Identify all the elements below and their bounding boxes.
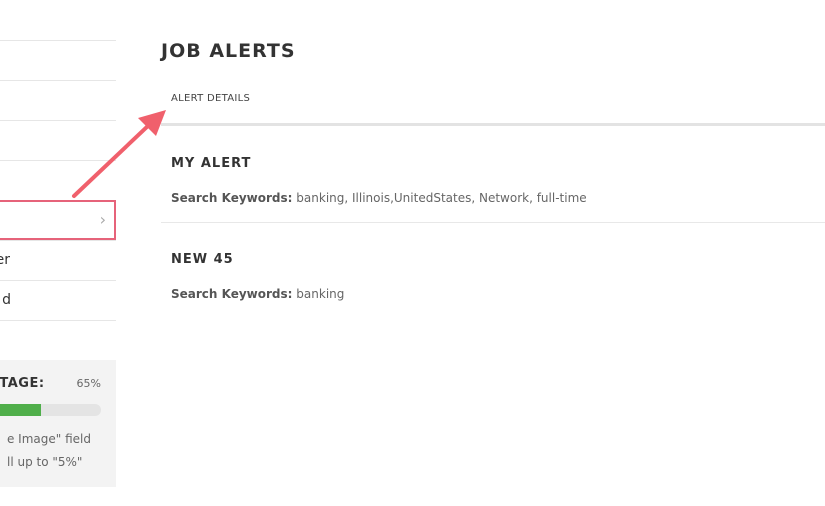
sidebar-item-label: d — [2, 292, 11, 308]
completion-title: TAGE: 65% — [0, 376, 101, 391]
keywords-label: Search Keywords: — [171, 287, 293, 301]
alert-name: MY ALERT — [171, 156, 252, 171]
completion-progress-bar — [0, 404, 101, 416]
keywords-value: banking — [296, 287, 345, 301]
alert-keywords: Search Keywords: banking, Illinois,Unite… — [171, 191, 587, 205]
completion-progress-fill — [0, 404, 42, 416]
sidebar-item-clip: d — [0, 280, 11, 320]
tab-underline — [161, 123, 825, 126]
main-content: JOB ALERTS ALERT DETAILS MY ALERT Search… — [161, 0, 825, 506]
sidebar-item-2[interactable] — [0, 80, 116, 120]
sidebar-item-3[interactable] — [0, 120, 116, 160]
sidebar-item-7[interactable]: d — [0, 280, 116, 320]
sidebar-item-4[interactable] — [0, 160, 116, 200]
alert-name: NEW 45 — [171, 252, 234, 267]
tab-alert-details[interactable]: ALERT DETAILS — [171, 93, 250, 104]
sidebar-item-label: er — [0, 252, 10, 268]
sidebar-item-job-alerts-active[interactable]: › — [0, 200, 116, 240]
alert-divider — [161, 222, 825, 223]
sidebar: › er d TAGE: 65% e Image" field ll up to … — [0, 0, 117, 506]
sidebar-divider — [0, 320, 116, 321]
completion-hint-line: ll up to "5%" — [6, 455, 83, 469]
sidebar-item-6[interactable]: er — [0, 240, 116, 280]
completion-title-text: TAGE: — [0, 376, 45, 391]
completion-percent: 65% — [76, 377, 101, 390]
sidebar-item-1[interactable] — [0, 40, 116, 80]
page-title: JOB ALERTS — [161, 40, 296, 62]
alert-keywords: Search Keywords: banking — [171, 287, 344, 301]
keywords-label: Search Keywords: — [171, 191, 293, 205]
sidebar-item-clip: er — [0, 240, 10, 280]
keywords-value: banking, Illinois,UnitedStates, Network,… — [296, 191, 587, 205]
page: › er d TAGE: 65% e Image" field ll up to … — [0, 0, 825, 506]
completion-hint: e Image" field ll up to "5%" — [7, 428, 91, 474]
profile-completion-box: TAGE: 65% e Image" field ll up to "5%" — [0, 360, 116, 487]
completion-hint-line: e Image" field — [6, 432, 91, 446]
chevron-right-icon: › — [99, 210, 106, 229]
